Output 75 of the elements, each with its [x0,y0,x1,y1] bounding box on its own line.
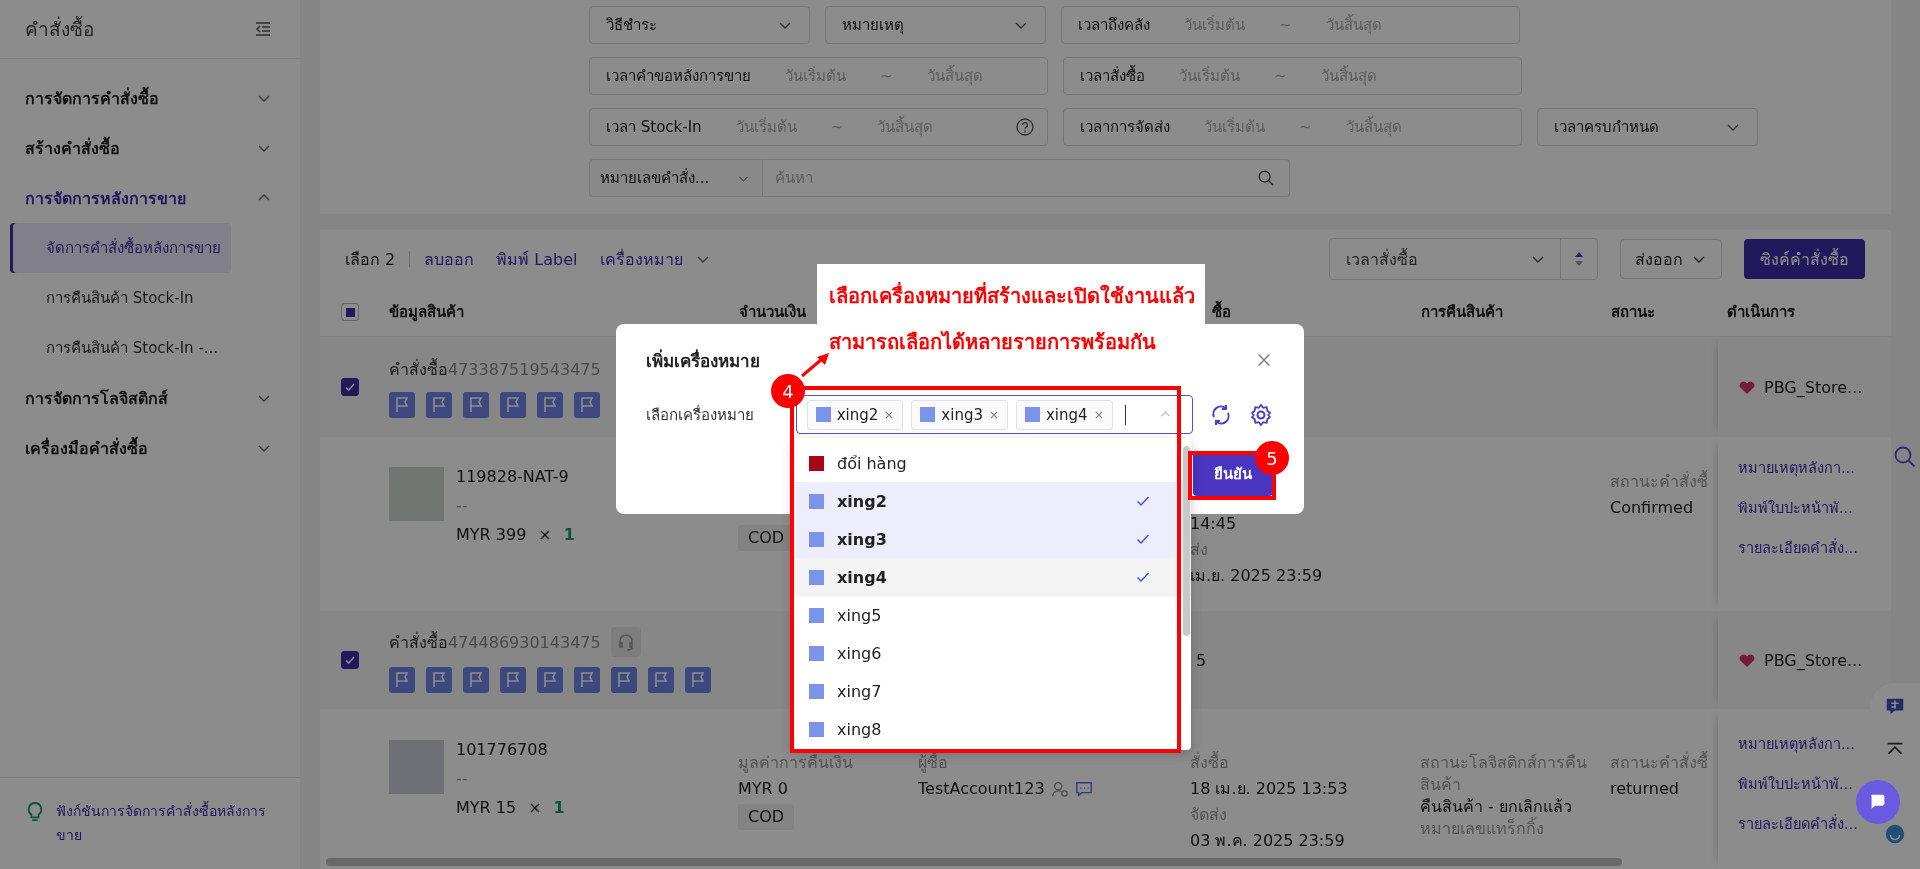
date-text: เม.ย. 2025 23:59 [1190,565,1323,587]
date-text: 14:45 [1190,513,1237,535]
order-number: คำสั่งซื้อ474486930143475 [389,630,601,654]
menu-group[interactable]: การจัดการโลจิสติกส์ [0,373,300,423]
menu-item[interactable]: การคืนสินค้า Stock-In [10,273,290,323]
dialog-title: เพิ่มเครื่องหมาย [646,348,760,373]
action-link[interactable]: รายละเอียดคำสั่ง... [1738,537,1858,559]
menu-group[interactable]: เครื่องมือคำสั่งซื้อ [0,423,300,473]
export-button[interactable]: ส่งออก [1620,239,1722,279]
date-text: 18 เม.ย. 2025 13:53 [1190,778,1348,800]
field-label: สถานะคำสั่งซื้ [1610,471,1708,493]
field-label: มูลค่าการคืนเงิน [738,752,853,774]
menu-item[interactable]: การคืนสินค้า Stock-In -... [10,323,290,373]
sidebar-title: คำสั่งซื้อ [25,15,94,42]
field-label: สั่งซื้อ [1190,752,1229,774]
payment-tag: COD [738,804,795,830]
marks-menu[interactable]: เครื่องหมาย [599,246,711,272]
mark-tag[interactable]: xing3 [911,399,1008,430]
product-sku: 101776708 [456,740,549,759]
column-header: ดำเนินการ [1726,302,1796,323]
variant-text: -- [456,769,469,788]
order-status: returned [1610,778,1679,800]
buyer-name: TestAccount123 [918,778,1045,800]
select-field[interactable]: เวลาครบกำหนด [1537,108,1758,146]
field-label: สถานะคำสั่งซื้ [1610,752,1708,774]
field-label: เลือกเครื่องหมาย [646,404,755,426]
quantity-text: 1 [563,525,575,544]
dropdown-option[interactable]: xing4 [792,558,1191,596]
order-number: คำสั่งซื้อ473387519543475 [389,357,601,381]
select-field[interactable]: วิธีชำระ [589,6,810,44]
column-header: ข้อมูลสินค้า [388,302,465,324]
field-label: ผู้ซื้อ [918,752,948,774]
store-name: PBG_Store... [1764,650,1863,670]
selection-count: เลือก 2 [345,248,396,271]
menu-item[interactable]: จัดการคำสั่งซื้อหลังการขาย [10,223,231,273]
action-link[interactable]: หมายเหตุหลังกา... [1738,733,1855,755]
date-text: 03 พ.ค. 2025 23:59 [1190,830,1345,852]
field-label: สถานะโลจิสติกส์การคืนสินค้า [1420,752,1588,796]
order-status: Confirmed [1610,497,1694,519]
column-header: การคืนสินค้า [1420,302,1504,323]
callout-text: สามารถเลือกได้หลายรายการพร้อมกัน [829,330,1157,355]
column-header: สถานะ [1610,302,1656,323]
store-name: PBG_Store... [1764,377,1863,397]
variant-text: -- [456,496,469,515]
menu-group[interactable]: การจัดการหลังการขาย [0,173,300,223]
price-text: MYR 399 [456,525,527,544]
action-link[interactable]: พิมพ์ใบปะหน้าพั... [1738,773,1853,795]
product-sku: 119828-NAT-9 [456,467,570,486]
multiply-sign: × [528,798,542,817]
mark-tag[interactable]: xing4 [1016,399,1113,430]
toolbar-link[interactable]: พิมพ์ Label [496,246,578,272]
select-field[interactable]: หมายเหตุ [825,6,1046,44]
dropdown-option[interactable]: xing3 [792,520,1191,558]
sync-orders-button[interactable]: ซิงค์คำสั่งซื้อ [1744,239,1865,279]
return-status: คืนสินค้า - ยกเลิกแล้ว [1420,796,1572,817]
action-link[interactable]: พิมพ์ใบปะหน้าพั... [1738,497,1853,519]
date-text: 5 [1195,650,1208,670]
mark-select-field[interactable]: xing2 xing3 xing4 [795,395,1194,434]
quantity-text: 1 [553,798,565,817]
field-value: MYR 0 [738,778,788,800]
select-field[interactable]: หมายเลขคำสั่ง... [589,159,763,197]
action-link[interactable]: หมายเหตุหลังกา... [1738,457,1855,479]
mark-tag[interactable]: xing2 [806,399,904,430]
field-label: หมายเลขแทร็กกิ้ง [1420,818,1544,840]
toolbar-link[interactable]: ลบออก [424,246,475,272]
help-link[interactable]: ฟังก์ชันการจัดการคำสั่งซื้อหลังการขาย [56,799,276,847]
price-text: MYR 15 [456,798,517,817]
column-header: จำนวนเงิน [738,302,807,323]
field-label: จัดส่ง [1190,804,1227,826]
action-link[interactable]: รายละเอียดคำสั่ง... [1738,813,1858,835]
dropdown-option[interactable]: xing2 [792,482,1191,520]
field-label: ส่ง [1190,539,1208,561]
menu-group[interactable]: สร้างคำสั่งซื้อ [0,123,300,173]
menu-group[interactable]: การจัดการคำสั่งซื้อ [0,73,300,123]
multiply-sign: × [538,525,552,544]
